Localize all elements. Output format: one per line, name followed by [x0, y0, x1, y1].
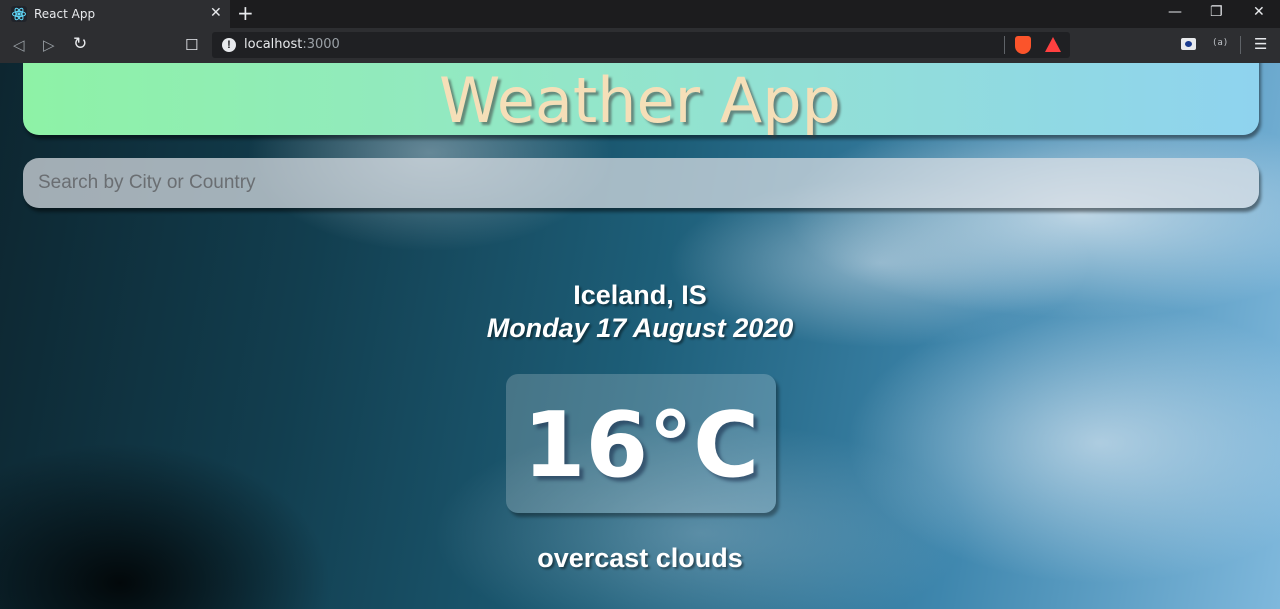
browser-tab-strip: React App ✕ + — ❐ ✕: [0, 0, 1280, 28]
minimize-icon[interactable]: —: [1168, 4, 1182, 20]
url-host: localhost: [244, 37, 303, 52]
app-title: Weather App: [439, 64, 841, 137]
bookmark-icon[interactable]: ☐: [185, 36, 198, 54]
url-port: :3000: [302, 37, 340, 52]
reload-icon[interactable]: ↻: [73, 34, 87, 54]
restore-icon[interactable]: ❐: [1210, 4, 1223, 20]
date-label: Monday 17 August 2020: [486, 313, 794, 343]
back-icon[interactable]: ◁: [13, 36, 25, 54]
location-label: Iceland, IS: [573, 280, 707, 310]
tab-close-icon[interactable]: ✕: [210, 5, 222, 21]
new-tab-button[interactable]: +: [237, 3, 254, 23]
tab-title: React App: [34, 7, 96, 21]
address-bar[interactable]: ! localhost:3000: [212, 32, 1070, 58]
browser-toolbar: ◁ ▷ ↻ ☐ ! localhost:3000 (a) ☰: [0, 28, 1280, 63]
brave-shields-icon[interactable]: [1015, 36, 1031, 54]
browser-tab[interactable]: React App ✕: [0, 0, 230, 28]
address-bar-divider: [1004, 36, 1005, 54]
menu-icon[interactable]: ☰: [1254, 35, 1267, 53]
brave-rewards-icon[interactable]: [1045, 37, 1061, 52]
site-info-icon[interactable]: !: [222, 38, 236, 52]
toolbar-divider: [1240, 36, 1241, 54]
temperature-card: 16°C: [506, 374, 776, 513]
extension-label-icon[interactable]: (a): [1212, 38, 1228, 48]
url-text[interactable]: localhost:3000: [244, 37, 340, 52]
weather-description: overcast clouds: [537, 543, 743, 573]
temperature-value: 16°C: [522, 393, 760, 498]
react-logo-icon: [11, 6, 27, 22]
forward-icon[interactable]: ▷: [43, 36, 55, 54]
extension-icon[interactable]: [1181, 38, 1196, 50]
close-window-icon[interactable]: ✕: [1253, 4, 1265, 20]
page-viewport: Weather App Iceland, IS Monday 17 August…: [0, 63, 1280, 609]
search-input[interactable]: [23, 158, 1259, 208]
